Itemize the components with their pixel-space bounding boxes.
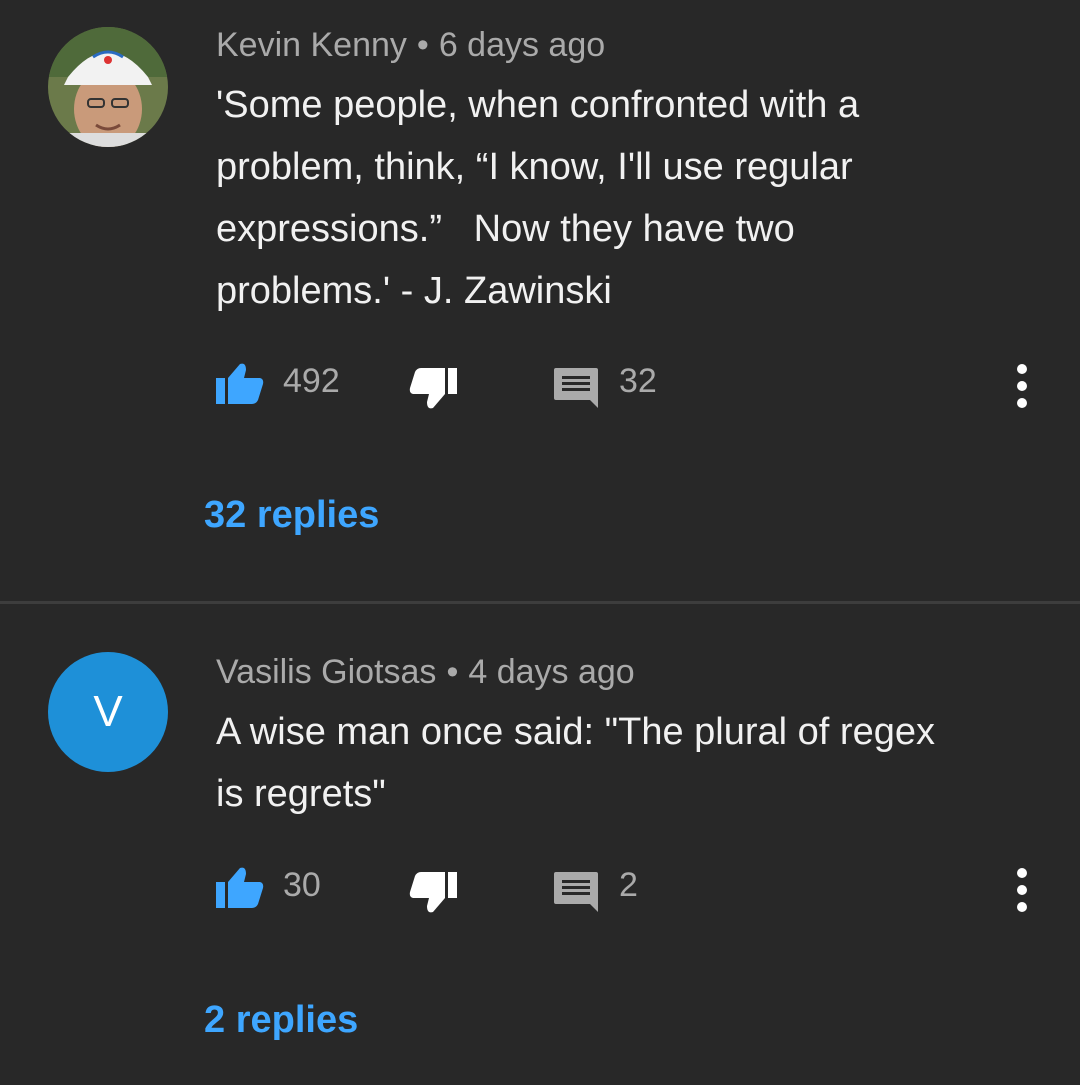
reply-comment-icon[interactable] — [554, 872, 598, 912]
author-name[interactable]: Vasilis Giotsas — [216, 653, 436, 691]
more-options-icon[interactable] — [1014, 867, 1030, 913]
like-count: 492 — [283, 362, 340, 400]
thumbs-up-icon[interactable] — [216, 362, 264, 404]
comment-text: A wise man once said: "The plural of reg… — [216, 711, 935, 815]
author-name[interactable]: Kevin Kenny — [216, 26, 407, 64]
comment-item: V Vasilis Giotsas • 4 days ago A wise man … — [0, 604, 1080, 1085]
comment-meta: Vasilis Giotsas • 4 days ago — [216, 653, 635, 692]
user-photo-avatar — [48, 27, 168, 147]
thumbs-down-icon[interactable] — [409, 872, 457, 914]
like-count: 30 — [283, 866, 321, 904]
reply-comment-icon[interactable] — [554, 368, 598, 408]
avatar-letter: V — [93, 687, 123, 736]
view-replies-link[interactable]: 2 replies — [204, 999, 358, 1042]
comment-text: 'Some people, when confronted with a pro… — [216, 84, 860, 312]
avatar[interactable] — [48, 27, 168, 147]
comment-meta: Kevin Kenny • 6 days ago — [216, 26, 605, 65]
thumbs-up-icon[interactable] — [216, 866, 264, 908]
view-replies-link[interactable]: 32 replies — [204, 494, 379, 537]
more-options-icon[interactable] — [1014, 363, 1030, 409]
comment-actions: 30 2 — [216, 862, 1046, 914]
comment-time: 6 days ago — [438, 26, 606, 64]
reply-count: 2 — [619, 866, 638, 904]
comment-actions: 492 32 — [216, 358, 1046, 410]
meta-separator: • — [416, 26, 429, 64]
avatar[interactable]: V — [48, 652, 168, 772]
comment-item: Kevin Kenny • 6 days ago 'Some people, whe… — [0, 0, 1080, 602]
meta-separator: • — [446, 653, 459, 691]
reply-count: 32 — [619, 362, 657, 400]
comment-time: 4 days ago — [468, 653, 635, 691]
thumbs-down-icon[interactable] — [409, 368, 457, 410]
